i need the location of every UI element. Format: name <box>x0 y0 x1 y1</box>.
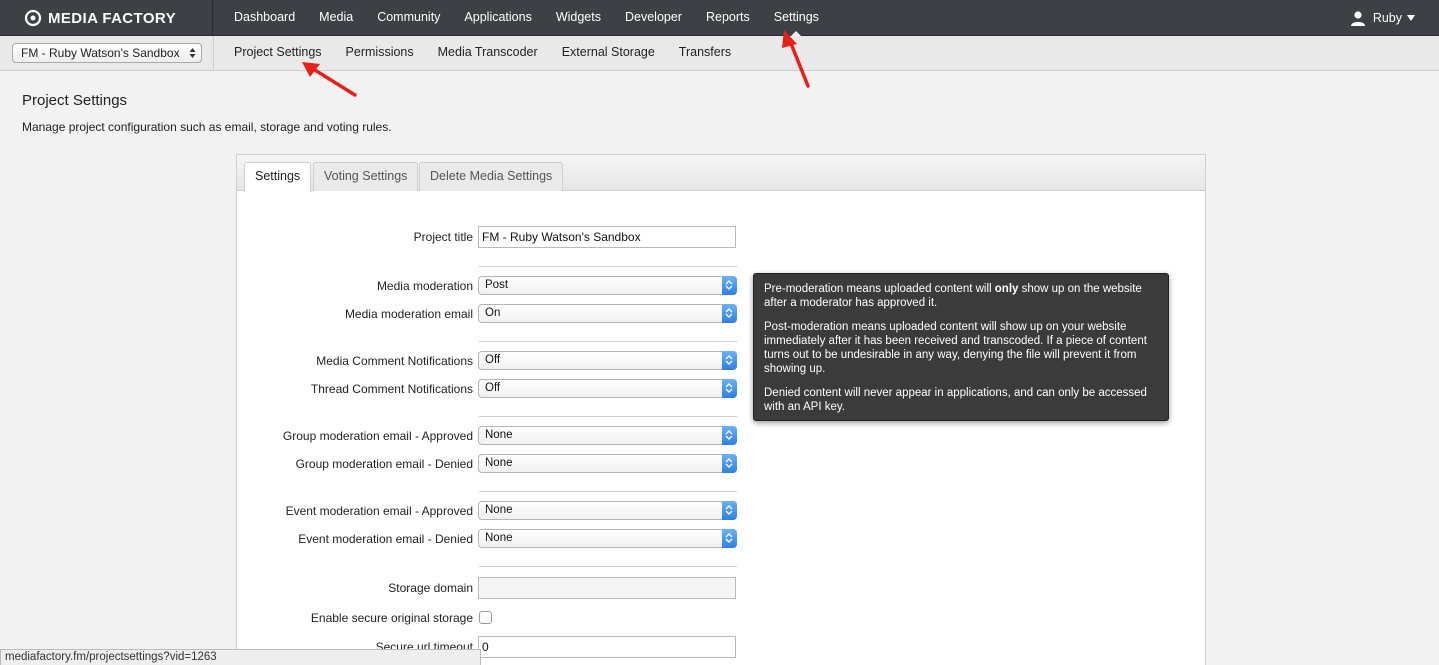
nav-dashboard[interactable]: Dashboard <box>222 0 307 36</box>
select-updown-icon <box>189 48 196 58</box>
user-icon <box>1350 11 1365 26</box>
row-storage-domain: Storage domain <box>237 577 1205 599</box>
nav-reports[interactable]: Reports <box>694 0 762 36</box>
event-mod-approved-value: None <box>485 504 513 516</box>
storage-domain-label: Storage domain <box>388 581 473 595</box>
group-mod-approved-select[interactable]: None <box>478 426 737 445</box>
group-mod-denied-label: Group moderation email - Denied <box>295 457 473 471</box>
select-arrow-icon <box>722 379 737 398</box>
event-mod-denied-value: None <box>485 532 513 544</box>
group-mod-denied-select[interactable]: None <box>478 454 737 473</box>
nav-settings[interactable]: Settings <box>762 0 831 36</box>
nav-developer[interactable]: Developer <box>613 0 694 36</box>
media-moderation-email-value: On <box>485 307 501 319</box>
select-arrow-icon <box>722 276 737 295</box>
media-comment-notifications-label: Media Comment Notifications <box>316 354 473 368</box>
caret-down-icon <box>1407 15 1415 21</box>
event-mod-approved-select[interactable]: None <box>478 501 737 520</box>
tab-delete-media-settings[interactable]: Delete Media Settings <box>419 162 564 191</box>
project-title-label: Project title <box>413 230 473 244</box>
select-arrow-icon <box>722 454 737 473</box>
group-mod-approved-label: Group moderation email - Approved <box>282 429 473 443</box>
tab-strip: Settings Voting Settings Delete Media Se… <box>237 155 1205 192</box>
subnav-permissions[interactable]: Permissions <box>334 36 426 71</box>
media-moderation-label: Media moderation <box>376 279 473 293</box>
tooltip-emphasis: only <box>994 283 1019 295</box>
thread-comment-notifications-value: Off <box>485 382 501 394</box>
page-description: Manage project configuration such as ema… <box>22 120 392 134</box>
row-group-mod-denied: Group moderation email - Denied None <box>237 453 1205 475</box>
tooltip-paragraph-pre-moderation: Pre-moderation means uploaded content wi… <box>764 282 1158 310</box>
user-name: Ruby <box>1372 11 1402 25</box>
media-factory-logo-icon <box>24 9 42 27</box>
browser-status-bar: mediafactory.fm/projectsettings?vid=1263 <box>0 649 481 665</box>
subnav-external-storage[interactable]: External Storage <box>550 36 667 71</box>
row-event-mod-approved: Event moderation email - Approved None <box>237 500 1205 522</box>
brand-logo[interactable]: MEDIA FACTORY <box>0 0 213 36</box>
secure-original-storage-label: Enable secure original storage <box>310 611 473 625</box>
moderation-help-tooltip: Pre-moderation means uploaded content wi… <box>753 273 1169 421</box>
nav-widgets[interactable]: Widgets <box>544 0 613 36</box>
thread-comment-notifications-label: Thread Comment Notifications <box>310 382 473 396</box>
row-project-title: Project title <box>237 226 1205 248</box>
media-moderation-email-select[interactable]: On <box>478 304 737 323</box>
select-arrow-icon <box>722 304 737 323</box>
divider <box>479 341 737 342</box>
thread-comment-notifications-select[interactable]: Off <box>478 379 737 398</box>
media-moderation-email-label: Media moderation email <box>344 307 473 321</box>
media-comment-notifications-value: Off <box>485 354 501 366</box>
event-mod-denied-label: Event moderation email - Denied <box>298 532 473 546</box>
project-select[interactable]: FM - Ruby Watson's Sandbox <box>12 43 202 63</box>
project-select-value: FM - Ruby Watson's Sandbox <box>21 46 180 60</box>
secure-url-timeout-input[interactable] <box>478 636 736 658</box>
media-moderation-value: Post <box>485 279 509 291</box>
page-title: Project Settings <box>22 92 128 109</box>
divider <box>479 416 737 417</box>
tab-voting-settings[interactable]: Voting Settings <box>313 162 419 191</box>
brand-name: MEDIA FACTORY <box>48 9 176 27</box>
nav-media[interactable]: Media <box>307 0 365 36</box>
select-arrow-icon <box>722 501 737 520</box>
media-moderation-select[interactable]: Post <box>478 276 737 295</box>
storage-domain-input[interactable] <box>478 577 736 599</box>
divider <box>479 266 737 267</box>
row-secure-original-storage: Enable secure original storage <box>237 607 1205 629</box>
subnav-media-transcoder[interactable]: Media Transcoder <box>426 36 550 71</box>
select-arrow-icon <box>722 529 737 548</box>
row-group-mod-approved: Group moderation email - Approved None <box>237 425 1205 447</box>
sub-navbar: FM - Ruby Watson's Sandbox Project Setti… <box>0 36 1439 71</box>
subnav-transfers[interactable]: Transfers <box>667 36 743 71</box>
settings-subnav: Project Settings Permissions Media Trans… <box>222 36 743 71</box>
row-event-mod-denied: Event moderation email - Denied None <box>237 528 1205 550</box>
event-mod-denied-select[interactable]: None <box>478 529 737 548</box>
top-navbar: MEDIA FACTORY Dashboard Media Community … <box>0 0 1439 36</box>
nav-applications[interactable]: Applications <box>452 0 543 36</box>
nav-community[interactable]: Community <box>365 0 452 36</box>
group-mod-denied-value: None <box>485 457 513 469</box>
project-title-input[interactable] <box>478 226 736 248</box>
tab-settings[interactable]: Settings <box>244 162 312 192</box>
divider <box>479 566 737 567</box>
subnav-divider <box>213 36 214 71</box>
select-arrow-icon <box>722 351 737 370</box>
group-mod-approved-value: None <box>485 429 513 441</box>
main-nav: Dashboard Media Community Applications W… <box>222 0 831 36</box>
select-arrow-icon <box>722 426 737 445</box>
subnav-project-settings[interactable]: Project Settings <box>222 36 334 71</box>
secure-original-storage-checkbox[interactable] <box>479 611 492 624</box>
event-mod-approved-label: Event moderation email - Approved <box>285 504 473 518</box>
media-comment-notifications-select[interactable]: Off <box>478 351 737 370</box>
user-menu[interactable]: Ruby <box>1350 0 1415 36</box>
tooltip-text: Pre-moderation means uploaded content wi… <box>764 283 995 295</box>
tooltip-paragraph-denied: Denied content will never appear in appl… <box>764 387 1147 413</box>
tooltip-paragraph-post-moderation: Post-moderation means uploaded content w… <box>764 321 1147 375</box>
divider <box>479 491 737 492</box>
